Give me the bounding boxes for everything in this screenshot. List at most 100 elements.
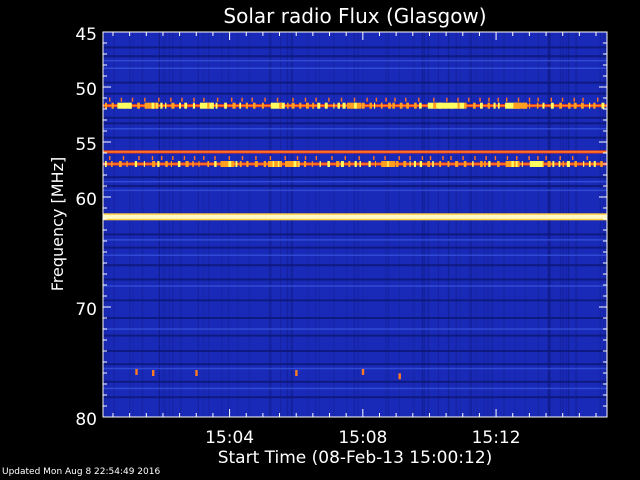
sporadic-spot xyxy=(295,370,298,376)
noise-column xyxy=(158,32,160,417)
noise-column xyxy=(353,32,355,417)
burst-spike xyxy=(515,161,518,167)
burst-spike xyxy=(558,161,561,167)
burst-spike xyxy=(291,102,295,109)
drift-tick xyxy=(385,97,387,102)
burst-spike xyxy=(413,161,416,167)
burst-spike xyxy=(126,161,128,167)
dark-line xyxy=(103,380,607,383)
drift-tick xyxy=(497,97,499,102)
noise-column xyxy=(565,32,567,417)
burst-spike xyxy=(536,102,539,109)
noise-column xyxy=(424,32,425,417)
noise-column xyxy=(473,32,475,417)
burst-spike xyxy=(319,161,321,167)
burst-spike xyxy=(593,102,596,109)
y-tick-label: 50 xyxy=(75,80,97,100)
drift-tick xyxy=(344,156,346,160)
drift-tick xyxy=(315,97,317,102)
drift-tick xyxy=(517,97,520,102)
drift-tick xyxy=(421,156,424,160)
drift-tick xyxy=(144,97,146,102)
drift-tick xyxy=(109,97,111,102)
burst-spike xyxy=(600,161,603,167)
drift-tick xyxy=(340,97,343,102)
burst-spike xyxy=(354,161,357,167)
burst-spike xyxy=(215,102,218,109)
light-line xyxy=(103,59,607,62)
burst-spike xyxy=(497,161,500,167)
burst-spike xyxy=(523,102,527,109)
burst-spike xyxy=(359,161,361,167)
y-tick-label: 80 xyxy=(75,410,97,430)
light-line xyxy=(103,128,607,130)
noise-column xyxy=(248,32,250,417)
drift-tick xyxy=(582,97,584,102)
drift-tick xyxy=(537,156,539,160)
drift-tick xyxy=(120,97,123,102)
drift-tick xyxy=(528,156,530,160)
burst-spike xyxy=(529,102,531,109)
noise-column xyxy=(603,32,605,417)
noise-column xyxy=(203,32,205,417)
noise-column xyxy=(141,32,143,417)
noise-column xyxy=(428,32,430,417)
drift-tick xyxy=(172,156,174,160)
light-line xyxy=(103,367,607,370)
burst-spike xyxy=(137,102,140,109)
burst-spike xyxy=(464,102,467,109)
dark-line xyxy=(103,55,607,58)
noise-column xyxy=(108,32,110,417)
burst-spike xyxy=(375,161,376,167)
bright-band-core xyxy=(103,214,607,219)
drift-tick xyxy=(276,97,279,102)
burst-spike xyxy=(119,161,122,167)
burst-spike xyxy=(268,161,282,167)
noise-column xyxy=(488,32,490,417)
noise-column xyxy=(221,32,223,417)
sporadic-spot xyxy=(361,368,365,375)
x-tick-label: 15:04 xyxy=(205,428,254,448)
dark-line xyxy=(103,317,607,319)
drift-tick xyxy=(573,97,575,102)
drift-tick xyxy=(138,156,140,160)
burst-spike xyxy=(261,102,264,109)
drift-tick xyxy=(331,156,333,160)
burst-spike xyxy=(414,102,417,109)
noise-column xyxy=(362,32,364,417)
burst-spike xyxy=(298,161,300,167)
burst-spike xyxy=(336,161,340,167)
y-axis-label: Frequency [MHz] xyxy=(48,157,67,291)
drift-tick xyxy=(597,97,599,102)
burst-spike xyxy=(333,102,335,109)
y-tick-label: 70 xyxy=(75,300,97,320)
noise-column xyxy=(237,32,239,417)
burst-spike xyxy=(427,161,430,167)
dark-line xyxy=(103,246,607,249)
drift-tick xyxy=(203,156,205,160)
drift-tick xyxy=(158,97,160,102)
burst-spike xyxy=(111,102,114,109)
drift-tick xyxy=(251,97,253,102)
drift-tick xyxy=(193,97,195,102)
noise-column xyxy=(162,32,164,417)
drift-tick xyxy=(479,97,481,102)
burst-spike xyxy=(198,161,200,167)
noise-column xyxy=(291,32,293,417)
noise-column xyxy=(449,32,451,417)
noise-column xyxy=(447,32,449,417)
burst-spike xyxy=(518,102,521,109)
updated-timestamp: Updated Mon Aug 8 22:54:49 2016 xyxy=(2,467,161,477)
light-line xyxy=(103,328,607,330)
noise-column xyxy=(228,32,230,417)
burst-spike xyxy=(285,161,299,167)
burst-spike xyxy=(324,102,328,109)
drift-tick xyxy=(450,156,452,160)
y-tick-label: 45 xyxy=(75,25,97,45)
burst-spike xyxy=(179,102,181,109)
noise-column xyxy=(553,32,555,417)
burst-spike xyxy=(165,102,167,109)
burst-spike xyxy=(472,161,474,167)
drift-tick xyxy=(572,156,574,160)
drift-tick xyxy=(485,156,487,160)
